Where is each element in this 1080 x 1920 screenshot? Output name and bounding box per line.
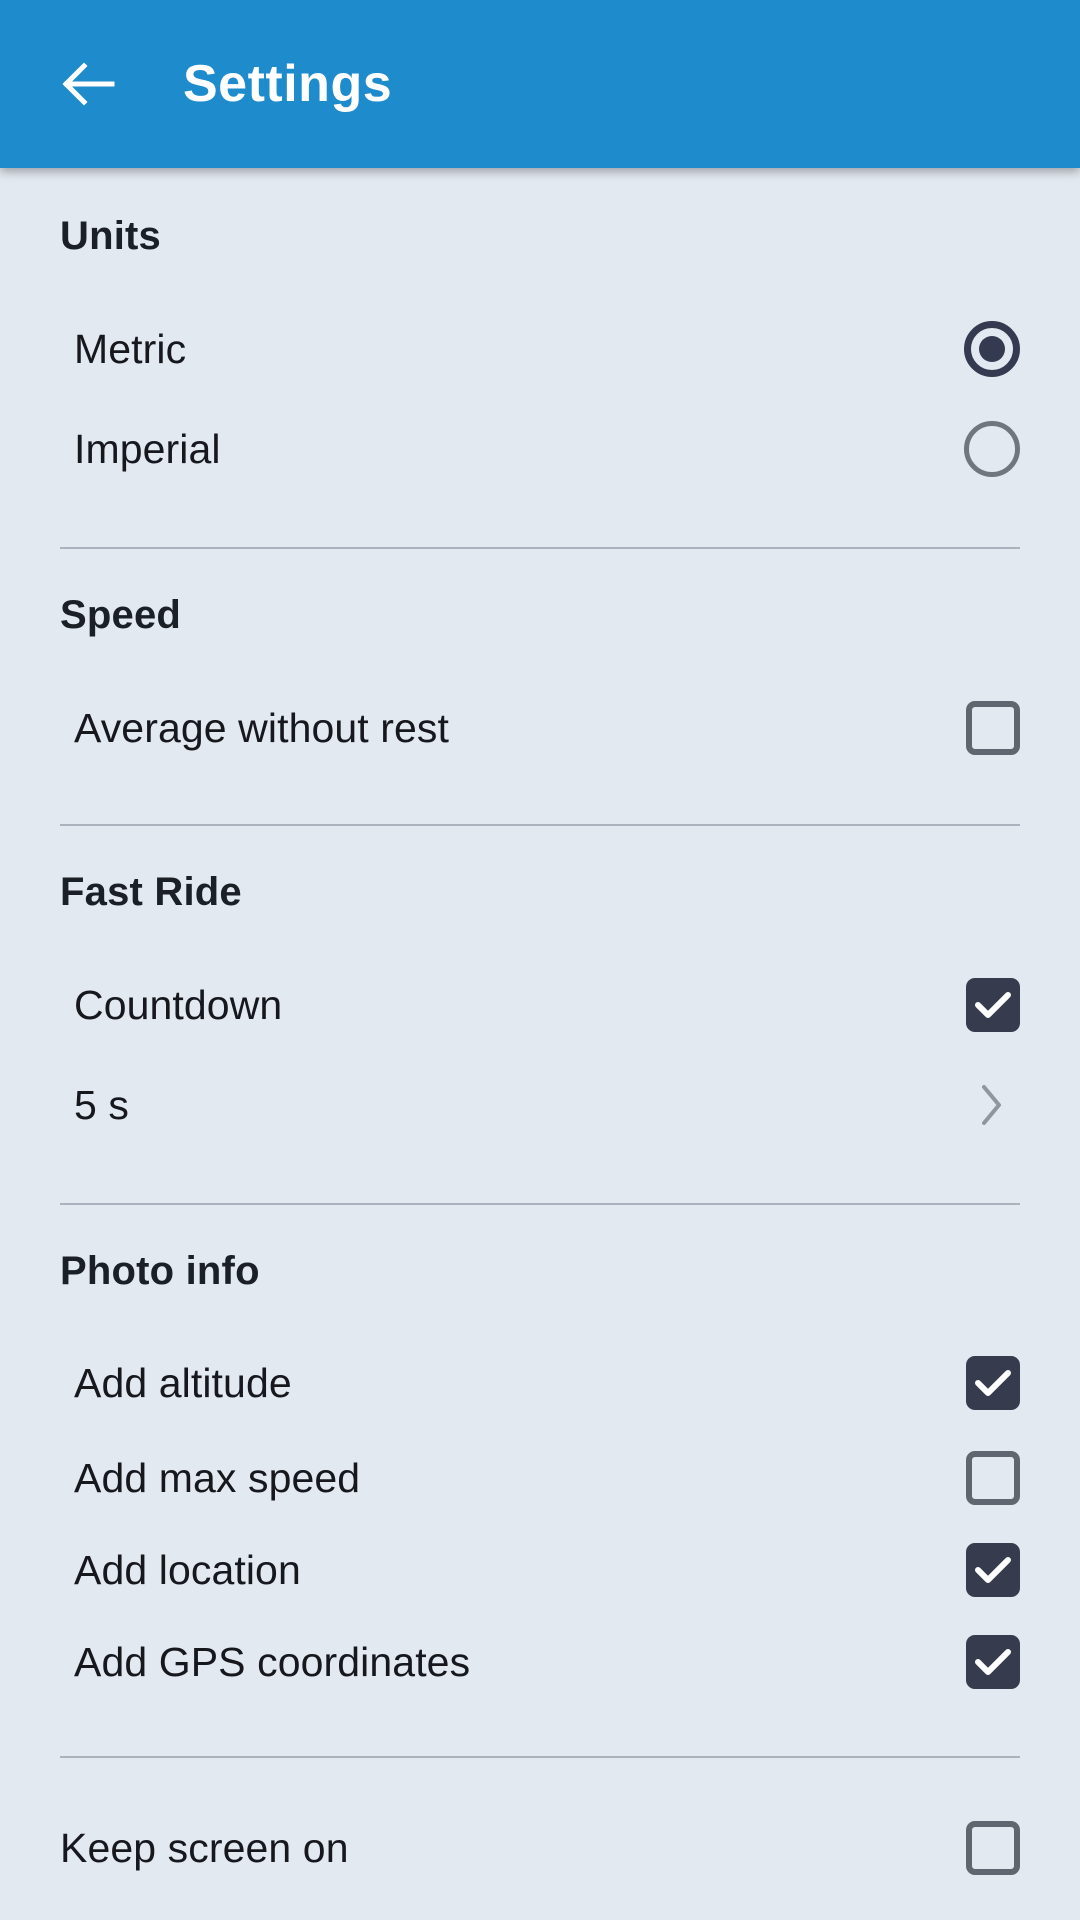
setting-row-add-gps-coordinates[interactable]: Add GPS coordinates bbox=[60, 1616, 1020, 1708]
setting-row-add-location[interactable]: Add location bbox=[60, 1524, 1020, 1616]
setting-row-add-altitude[interactable]: Add altitude bbox=[60, 1334, 1020, 1432]
checkbox-checked-icon[interactable] bbox=[966, 1543, 1020, 1597]
radio-metric-selected-icon[interactable] bbox=[964, 321, 1020, 377]
setting-row-keep-screen-on[interactable]: Keep screen on bbox=[60, 1802, 1020, 1894]
section-header-photo-info: Photo info bbox=[60, 1249, 260, 1293]
settings-list: Units Metric Imperial Speed Average with… bbox=[0, 168, 1080, 1894]
setting-row-countdown-duration[interactable]: 5 s bbox=[60, 1055, 1020, 1155]
setting-label-add-location: Add location bbox=[74, 1546, 301, 1593]
settings-screen: Settings Units Metric Imperial Speed Ave… bbox=[0, 0, 1080, 1920]
checkbox-add-altitude-wrap[interactable] bbox=[966, 1356, 1020, 1410]
setting-label-add-max-speed: Add max speed bbox=[74, 1454, 361, 1501]
setting-label-countdown: Countdown bbox=[74, 981, 283, 1028]
checkbox-add-gps-coordinates-wrap[interactable] bbox=[966, 1635, 1020, 1689]
setting-label-metric: Metric bbox=[74, 325, 187, 372]
section-header-fast-ride: Fast Ride bbox=[60, 870, 242, 914]
setting-label-average-without-rest: Average without rest bbox=[74, 704, 450, 751]
checkbox-add-max-speed-wrap[interactable] bbox=[966, 1451, 1020, 1505]
setting-row-add-max-speed[interactable]: Add max speed bbox=[60, 1432, 1020, 1524]
setting-row-metric[interactable]: Metric bbox=[60, 299, 1020, 399]
back-button[interactable] bbox=[52, 48, 124, 120]
checkbox-checked-icon[interactable] bbox=[966, 978, 1020, 1032]
checkbox-unchecked-icon[interactable] bbox=[966, 701, 1020, 755]
page-title: Settings bbox=[183, 55, 393, 113]
setting-label-keep-screen-on: Keep screen on bbox=[60, 1824, 349, 1871]
checkbox-average-without-rest-wrap[interactable] bbox=[966, 701, 1020, 755]
radio-metric-wrap[interactable] bbox=[964, 321, 1020, 377]
setting-row-countdown[interactable]: Countdown bbox=[60, 955, 1020, 1055]
checkbox-checked-icon[interactable] bbox=[966, 1635, 1020, 1689]
checkbox-keep-screen-on-wrap[interactable] bbox=[966, 1821, 1020, 1875]
section-header-units: Units bbox=[60, 214, 161, 258]
setting-label-add-altitude: Add altitude bbox=[74, 1359, 292, 1406]
app-bar: Settings bbox=[0, 0, 1080, 168]
arrow-left-icon bbox=[60, 61, 116, 107]
checkbox-add-location-wrap[interactable] bbox=[966, 1543, 1020, 1597]
checkbox-countdown-wrap[interactable] bbox=[966, 978, 1020, 1032]
setting-label-add-gps-coordinates: Add GPS coordinates bbox=[74, 1638, 471, 1685]
checkbox-checked-icon[interactable] bbox=[966, 1356, 1020, 1410]
radio-imperial-wrap[interactable] bbox=[964, 421, 1020, 477]
setting-value-countdown-duration: 5 s bbox=[74, 1081, 129, 1128]
checkbox-unchecked-icon[interactable] bbox=[966, 1821, 1020, 1875]
setting-label-imperial: Imperial bbox=[74, 425, 221, 472]
setting-row-average-without-rest[interactable]: Average without rest bbox=[60, 678, 1020, 778]
radio-imperial-unselected-icon[interactable] bbox=[964, 421, 1020, 477]
setting-row-imperial[interactable]: Imperial bbox=[60, 399, 1020, 499]
chevron-right-icon[interactable] bbox=[970, 1079, 1014, 1131]
checkbox-unchecked-icon[interactable] bbox=[966, 1451, 1020, 1505]
section-header-speed: Speed bbox=[60, 593, 182, 637]
